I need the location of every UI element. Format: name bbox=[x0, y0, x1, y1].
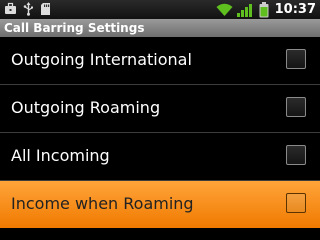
status-bar: 10:37 bbox=[0, 0, 320, 19]
setting-item-label: Outgoing International bbox=[11, 50, 192, 69]
sd-card-icon bbox=[40, 2, 52, 16]
setting-item-label: All Incoming bbox=[11, 146, 110, 165]
usb-icon bbox=[23, 2, 34, 16]
setting-item-outgoing-roaming[interactable]: Outgoing Roaming bbox=[0, 85, 320, 133]
all-incoming-checkbox[interactable] bbox=[286, 145, 306, 165]
status-bar-notifications bbox=[4, 2, 52, 16]
outgoing-international-checkbox[interactable] bbox=[286, 49, 306, 69]
settings-list: Outgoing International Outgoing Roaming … bbox=[0, 37, 320, 229]
outgoing-roaming-checkbox[interactable] bbox=[286, 97, 306, 117]
battery-icon bbox=[259, 1, 269, 18]
status-clock: 10:37 bbox=[274, 2, 316, 17]
title-bar: Call Barring Settings bbox=[0, 19, 320, 38]
briefcase-icon bbox=[4, 2, 17, 16]
setting-item-income-when-roaming[interactable]: Income when Roaming bbox=[0, 181, 320, 229]
setting-item-all-incoming[interactable]: All Incoming bbox=[0, 133, 320, 181]
setting-item-outgoing-international[interactable]: Outgoing International bbox=[0, 37, 320, 85]
status-bar-system: 10:37 bbox=[216, 1, 316, 18]
signal-icon bbox=[236, 2, 255, 17]
page-title: Call Barring Settings bbox=[4, 21, 145, 35]
income-when-roaming-checkbox[interactable] bbox=[286, 193, 306, 213]
setting-item-label: Income when Roaming bbox=[11, 194, 194, 213]
setting-item-label: Outgoing Roaming bbox=[11, 98, 161, 117]
wifi-icon bbox=[216, 3, 233, 17]
